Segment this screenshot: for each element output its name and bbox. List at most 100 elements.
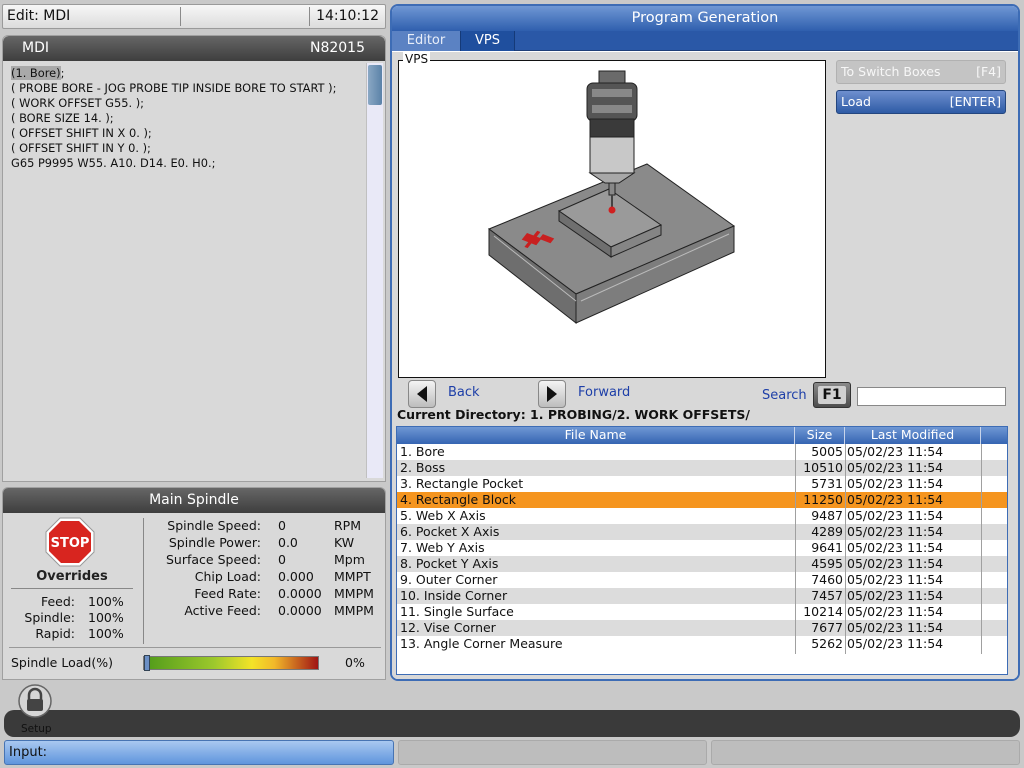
column-header-size[interactable]: Size bbox=[795, 427, 845, 444]
file-row[interactable]: 1. Bore 5005 05/02/23 11:54 bbox=[397, 444, 1007, 460]
code-text: ( WORK OFFSET G55. ); bbox=[11, 96, 145, 110]
file-row[interactable]: 12. Vise Corner 7677 05/02/23 11:54 bbox=[397, 620, 1007, 636]
file-modified: 05/02/23 11:54 bbox=[847, 508, 944, 523]
switch-boxes-key: [F4] bbox=[976, 64, 1001, 79]
file-modified: 05/02/23 11:54 bbox=[847, 588, 944, 603]
file-modified: 05/02/23 11:54 bbox=[847, 444, 944, 459]
vps-frame-label: VPS bbox=[403, 52, 431, 66]
clock: 14:10:12 bbox=[316, 8, 379, 24]
search-label: Search bbox=[762, 388, 807, 403]
file-modified: 05/02/23 11:54 bbox=[847, 492, 944, 507]
code-line: ( OFFSET SHIFT IN X 0. ); bbox=[11, 126, 365, 141]
stat-label: Spindle Power: bbox=[168, 535, 261, 550]
stop-text: STOP bbox=[51, 536, 90, 551]
lock-icon[interactable] bbox=[16, 684, 54, 718]
spindle-load-indicator bbox=[144, 655, 150, 671]
override-label: Spindle: bbox=[24, 610, 75, 625]
program-generation-body: VPS To Switch Boxes [F4] Load [ENTER] Ba… bbox=[392, 52, 1018, 679]
stop-sign-icon: STOP bbox=[45, 517, 95, 567]
code-line: ( BORE SIZE 14. ); bbox=[11, 111, 365, 126]
tab-vps[interactable]: VPS bbox=[460, 31, 515, 51]
status-bar: Edit: MDI 14:10:12 bbox=[2, 4, 386, 29]
file-size: 11250 bbox=[803, 492, 843, 507]
file-modified: 05/02/23 11:54 bbox=[847, 540, 944, 555]
code-text: ( OFFSET SHIFT IN X 0. ); bbox=[11, 126, 152, 140]
column-divider bbox=[795, 444, 796, 654]
file-row[interactable]: 9. Outer Corner 7460 05/02/23 11:54 bbox=[397, 572, 1007, 588]
file-modified: 05/02/23 11:54 bbox=[847, 476, 944, 491]
mdi-code-editor[interactable]: (1. Bore);( PROBE BORE - JOG PROBE TIP I… bbox=[11, 66, 365, 171]
stat-value: 0.000 bbox=[278, 569, 314, 584]
file-name: 6. Pocket X Axis bbox=[400, 524, 500, 539]
override-value: 100% bbox=[88, 610, 124, 625]
file-modified: 05/02/23 11:54 bbox=[847, 572, 944, 587]
back-button[interactable] bbox=[408, 380, 436, 408]
file-row[interactable]: 7. Web Y Axis 9641 05/02/23 11:54 bbox=[397, 540, 1007, 556]
file-modified: 05/02/23 11:54 bbox=[847, 604, 944, 619]
file-name: 7. Web Y Axis bbox=[400, 540, 485, 555]
file-row[interactable]: 5. Web X Axis 9487 05/02/23 11:54 bbox=[397, 508, 1007, 524]
spindle-load-value: 0% bbox=[345, 655, 365, 670]
code-line: ( WORK OFFSET G55. ); bbox=[11, 96, 365, 111]
file-name: 11. Single Surface bbox=[400, 604, 514, 619]
file-name: 13. Angle Corner Measure bbox=[400, 636, 563, 651]
spindle-stat-row: Surface Speed: 0 Mpm bbox=[145, 552, 385, 568]
probe-illustration bbox=[487, 70, 736, 325]
file-row[interactable]: 3. Rectangle Pocket 5731 05/02/23 11:54 bbox=[397, 476, 1007, 492]
file-row[interactable]: 10. Inside Corner 7457 05/02/23 11:54 bbox=[397, 588, 1007, 604]
bottom-bar bbox=[4, 710, 1020, 737]
override-value: 100% bbox=[88, 594, 124, 609]
load-label: Load bbox=[841, 94, 871, 109]
file-table[interactable]: File Name Size Last Modified 1. Bore 5005… bbox=[396, 426, 1008, 675]
forward-label[interactable]: Forward bbox=[578, 385, 630, 400]
file-row[interactable]: 11. Single Surface 10214 05/02/23 11:54 bbox=[397, 604, 1007, 620]
file-name: 4. Rectangle Block bbox=[400, 492, 516, 507]
file-name: 9. Outer Corner bbox=[400, 572, 498, 587]
stat-unit: RPM bbox=[334, 518, 362, 533]
program-generation-title: Program Generation bbox=[392, 6, 1018, 31]
code-text: ( PROBE BORE - JOG PROBE TIP INSIDE BORE… bbox=[11, 81, 337, 95]
load-button[interactable]: Load [ENTER] bbox=[836, 90, 1006, 114]
search-f1-key[interactable]: F1 bbox=[813, 382, 851, 408]
code-line: ( PROBE BORE - JOG PROBE TIP INSIDE BORE… bbox=[11, 81, 365, 96]
file-size: 5731 bbox=[811, 476, 843, 491]
file-size: 10214 bbox=[803, 604, 843, 619]
file-row[interactable]: 13. Angle Corner Measure 5262 05/02/23 11:… bbox=[397, 636, 1007, 652]
stat-unit: MMPM bbox=[334, 586, 374, 601]
mdi-header: MDI N82015 bbox=[3, 36, 385, 61]
input-field[interactable]: Input: bbox=[4, 740, 394, 765]
spindle-load-meter bbox=[143, 655, 319, 671]
forward-button[interactable] bbox=[538, 380, 566, 408]
file-row[interactable]: 8. Pocket Y Axis 4595 05/02/23 11:54 bbox=[397, 556, 1007, 572]
file-row[interactable]: 2. Boss 10510 05/02/23 11:54 bbox=[397, 460, 1007, 476]
main-spindle-panel: Main Spindle STOP Overrides Feed: 100% Spi… bbox=[2, 487, 386, 680]
stat-label: Feed Rate: bbox=[194, 586, 261, 601]
scrollbar-thumb[interactable] bbox=[368, 65, 382, 105]
mdi-scrollbar[interactable] bbox=[366, 63, 383, 478]
edit-mode-label: Edit: MDI bbox=[7, 8, 71, 24]
code-line: (1. Bore); bbox=[11, 66, 365, 81]
file-modified: 05/02/23 11:54 bbox=[847, 524, 944, 539]
setup-label[interactable]: Setup bbox=[21, 723, 52, 735]
file-size: 7460 bbox=[811, 572, 843, 587]
file-row[interactable]: 4. Rectangle Block 11250 05/02/23 11:54 bbox=[397, 492, 1007, 508]
code-text: ; bbox=[60, 66, 65, 80]
search-input[interactable] bbox=[857, 387, 1006, 406]
switch-boxes-button[interactable]: To Switch Boxes [F4] bbox=[836, 60, 1006, 84]
stat-unit: Mpm bbox=[334, 552, 365, 567]
column-divider bbox=[981, 444, 982, 654]
file-modified: 05/02/23 11:54 bbox=[847, 636, 944, 651]
column-header-modified[interactable]: Last Modified bbox=[845, 427, 981, 444]
f1-key-label: F1 bbox=[818, 386, 846, 404]
status-slot bbox=[711, 740, 1020, 765]
column-header-name[interactable]: File Name bbox=[397, 427, 795, 444]
program-number: N82015 bbox=[309, 40, 365, 56]
file-size: 9641 bbox=[811, 540, 843, 555]
file-name: 3. Rectangle Pocket bbox=[400, 476, 524, 491]
mdi-title: MDI bbox=[22, 40, 49, 56]
tab-bar: Editor VPS bbox=[392, 31, 1018, 51]
overrides-title: Overrides bbox=[11, 569, 133, 589]
back-label[interactable]: Back bbox=[448, 385, 480, 400]
tab-editor[interactable]: Editor bbox=[392, 31, 460, 51]
file-row[interactable]: 6. Pocket X Axis 4289 05/02/23 11:54 bbox=[397, 524, 1007, 540]
